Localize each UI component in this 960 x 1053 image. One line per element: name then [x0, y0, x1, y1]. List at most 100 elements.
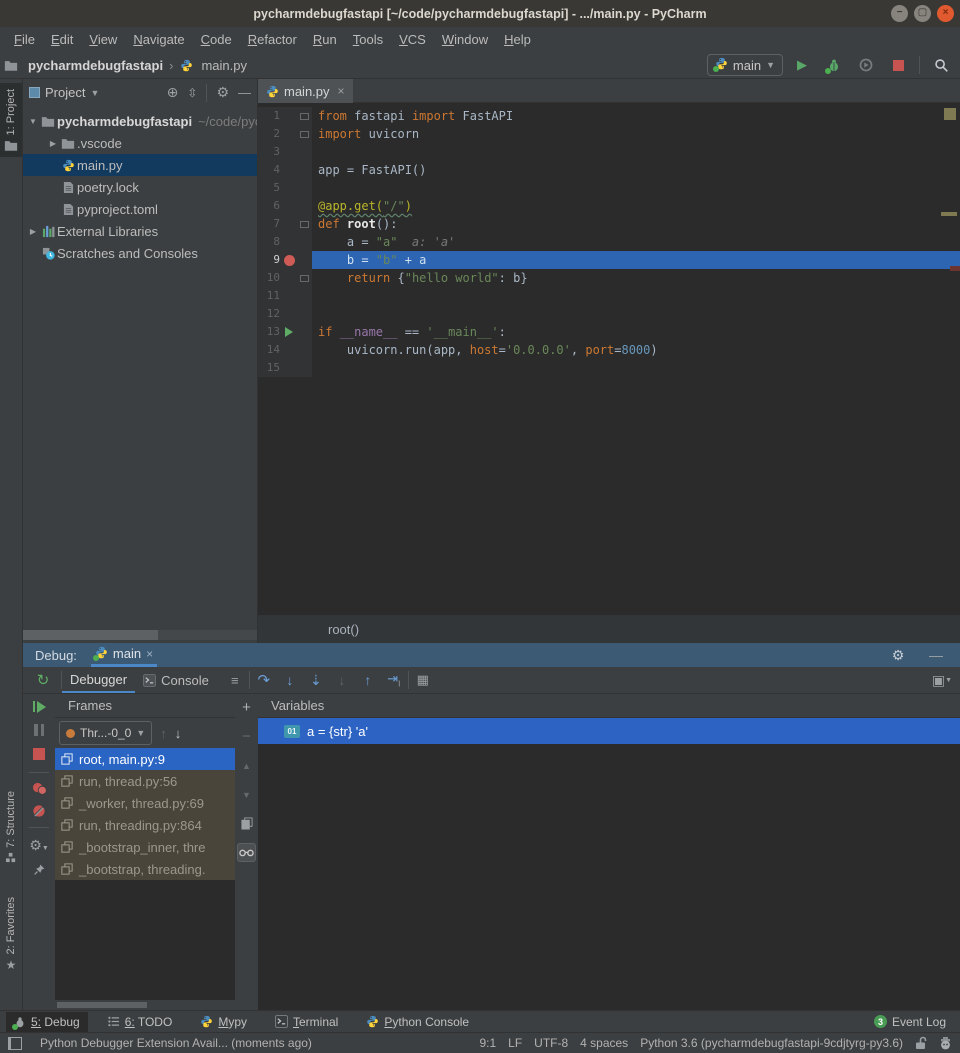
- move-down-icon[interactable]: ▼: [237, 785, 256, 804]
- gutter[interactable]: 9: [258, 251, 312, 269]
- menu-refactor[interactable]: Refactor: [240, 30, 305, 49]
- pause-icon[interactable]: [34, 724, 44, 739]
- breakpoint-icon[interactable]: [280, 255, 298, 266]
- code-line-7[interactable]: 7def root():: [258, 215, 960, 233]
- project-panel-title[interactable]: Project: [45, 85, 85, 100]
- close-icon[interactable]: ×: [146, 647, 153, 661]
- code-line-10[interactable]: 10 return {"hello world": b}: [258, 269, 960, 287]
- breakpoint-stripe-mark[interactable]: [950, 266, 960, 271]
- warning-stripe-mark[interactable]: [941, 212, 957, 216]
- debug-icon[interactable]: [823, 54, 845, 76]
- scrollbar-thumb[interactable]: [23, 630, 158, 640]
- chevron-down-icon[interactable]: ▼: [90, 88, 99, 98]
- move-up-icon[interactable]: ▲: [237, 756, 256, 775]
- toolwindow-button-6-todo[interactable]: 6: TODO: [100, 1012, 181, 1032]
- code-line-5[interactable]: 5: [258, 179, 960, 197]
- code-area[interactable]: 1from fastapi import FastAPI2import uvic…: [258, 103, 960, 615]
- menu-vcs[interactable]: VCS: [391, 30, 434, 49]
- menu-help[interactable]: Help: [496, 30, 539, 49]
- frames-hscrollbar[interactable]: [57, 1002, 147, 1008]
- coverage-icon[interactable]: [855, 54, 877, 76]
- fold-square[interactable]: [300, 275, 309, 282]
- menu-navigate[interactable]: Navigate: [125, 30, 192, 49]
- gutter[interactable]: 14: [258, 341, 312, 359]
- close-icon[interactable]: ×: [338, 84, 345, 98]
- toolwindow-button-5-debug[interactable]: 5: Debug: [6, 1012, 88, 1032]
- menu-view[interactable]: View: [81, 30, 125, 49]
- code-line-2[interactable]: 2import uvicorn: [258, 125, 960, 143]
- code-line-12[interactable]: 12: [258, 305, 960, 323]
- gutter[interactable]: 6: [258, 197, 312, 215]
- tree-item-scratches-and-consoles[interactable]: Scratches and Consoles: [23, 242, 257, 264]
- interpreter[interactable]: Python 3.6 (pycharmdebugfastapi-9cdjtyrg…: [640, 1036, 903, 1050]
- gutter[interactable]: 12: [258, 305, 312, 323]
- stripe-button-favorites[interactable]: 2: Favorites ★: [0, 897, 22, 972]
- code-line-6[interactable]: 6@app.get("/"): [258, 197, 960, 215]
- tree-item--vscode[interactable]: ▶.vscode: [23, 132, 257, 154]
- variable-row[interactable]: 01a = {str} 'a': [258, 718, 960, 744]
- gutter[interactable]: 8: [258, 233, 312, 251]
- debug-panel-header[interactable]: Debug: main × ⚙ —: [23, 643, 960, 667]
- gutter[interactable]: 1: [258, 107, 312, 125]
- menu-window[interactable]: Window: [434, 30, 496, 49]
- run-line-icon[interactable]: [280, 327, 298, 337]
- project-hscrollbar[interactable]: [23, 630, 257, 640]
- next-frame-icon[interactable]: ↓: [175, 726, 182, 741]
- mute-breakpoints-icon[interactable]: [32, 804, 46, 818]
- breadcrumb-project[interactable]: pycharmdebugfastapi: [28, 58, 163, 73]
- event-log-button[interactable]: 3 Event Log: [866, 1012, 954, 1032]
- debug-session-tab[interactable]: main ×: [91, 643, 157, 667]
- gutter[interactable]: 7: [258, 215, 312, 233]
- breadcrumb-method[interactable]: root(): [328, 622, 359, 637]
- layout-settings-icon[interactable]: ▣▼: [930, 669, 954, 691]
- hide-panel-icon[interactable]: —: [924, 644, 948, 666]
- indent-setting[interactable]: 4 spaces: [580, 1036, 628, 1050]
- locate-icon[interactable]: ⊕: [167, 84, 179, 101]
- search-icon[interactable]: [930, 54, 952, 76]
- frame-row[interactable]: _bootstrap, threading.: [55, 858, 235, 880]
- settings-icon[interactable]: ⚙▼: [29, 837, 49, 854]
- settings-gear-icon[interactable]: ⚙: [886, 644, 910, 666]
- tab-console[interactable]: Console: [135, 667, 217, 693]
- frame-row[interactable]: _worker, thread.py:69: [55, 792, 235, 814]
- stripe-button-project[interactable]: 1: Project: [0, 83, 22, 157]
- step-out-icon[interactable]: ↑: [356, 669, 380, 691]
- menu-icon[interactable]: ≡: [223, 669, 247, 691]
- gutter[interactable]: 13: [258, 323, 312, 341]
- code-line-9[interactable]: 9 b = "b" + a: [258, 251, 960, 269]
- duplicate-icon[interactable]: [237, 814, 256, 833]
- chevron-down-icon[interactable]: ▼: [27, 117, 39, 126]
- show-watches-icon[interactable]: [237, 843, 256, 862]
- stop-icon[interactable]: [887, 54, 909, 76]
- code-line-15[interactable]: 15: [258, 359, 960, 377]
- gutter[interactable]: 3: [258, 143, 312, 161]
- stripe-button-structure[interactable]: 7: Structure: [0, 791, 22, 863]
- menu-file[interactable]: File: [6, 30, 43, 49]
- hide-icon[interactable]: —: [238, 85, 251, 100]
- run-to-cursor-icon[interactable]: ⇥I: [382, 669, 406, 691]
- fold-marker-icon[interactable]: [298, 275, 310, 282]
- breadcrumb-file[interactable]: main.py: [201, 58, 247, 73]
- window-close-button[interactable]: ×: [937, 5, 954, 22]
- breakpoint-dot[interactable]: [284, 255, 295, 266]
- smart-step-into-icon[interactable]: ↓: [330, 669, 354, 691]
- settings-icon[interactable]: ⚙: [216, 84, 229, 101]
- frame-row[interactable]: _bootstrap_inner, thre: [55, 836, 235, 858]
- tree-item-pyproject-toml[interactable]: pyproject.toml: [23, 198, 257, 220]
- remove-icon[interactable]: −: [237, 727, 256, 746]
- gutter[interactable]: 2: [258, 125, 312, 143]
- fold-marker-icon[interactable]: [298, 221, 310, 228]
- force-step-into-icon[interactable]: ⇣: [304, 669, 328, 691]
- view-breakpoints-icon[interactable]: [32, 782, 47, 795]
- editor-tab-mainpy[interactable]: main.py ×: [258, 79, 353, 103]
- menu-code[interactable]: Code: [193, 30, 240, 49]
- stop-icon[interactable]: [33, 748, 45, 763]
- gutter[interactable]: 10: [258, 269, 312, 287]
- lock-icon[interactable]: [915, 1036, 927, 1050]
- window-minimize-button[interactable]: −: [891, 5, 908, 22]
- fold-square[interactable]: [300, 221, 309, 228]
- frame-row[interactable]: root, main.py:9: [55, 748, 235, 770]
- tree-item-main-py[interactable]: main.py: [23, 154, 257, 176]
- inspections-profile-icon[interactable]: [939, 1037, 952, 1050]
- code-line-13[interactable]: 13if __name__ == '__main__':: [258, 323, 960, 341]
